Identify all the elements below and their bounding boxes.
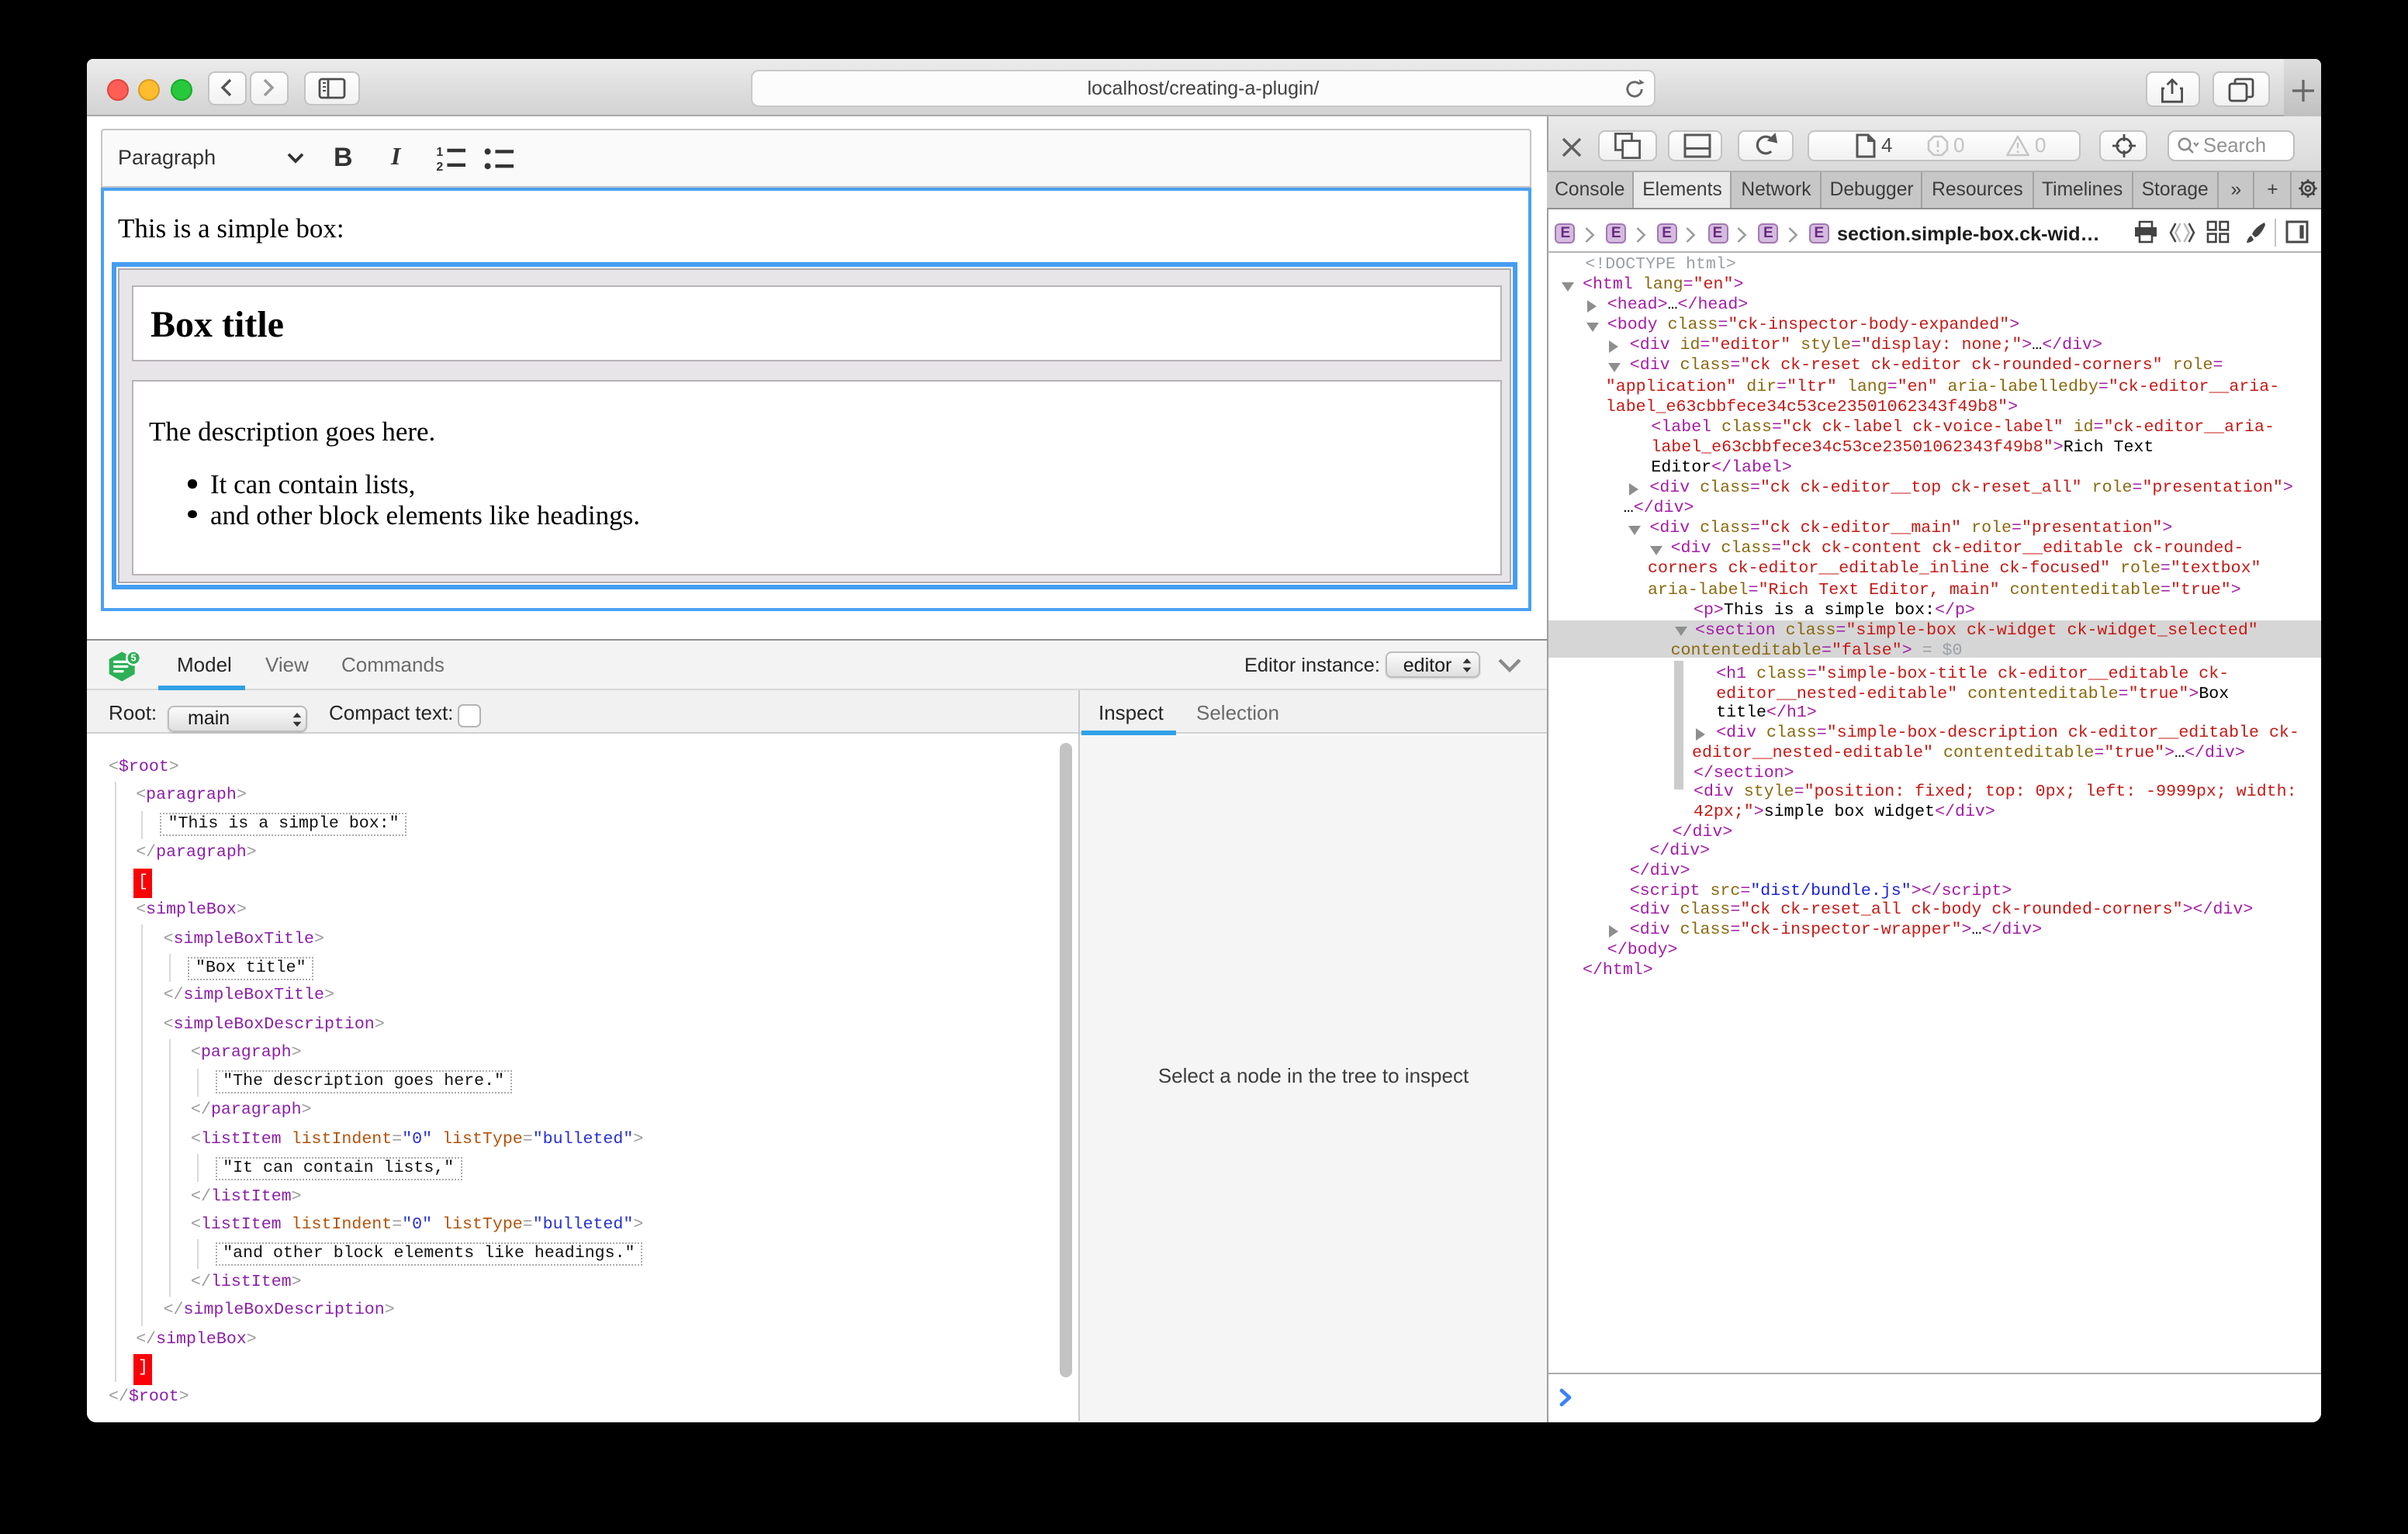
svg-text:5: 5 [131, 652, 137, 663]
svg-text:1: 1 [435, 146, 442, 159]
svg-text:2: 2 [435, 161, 442, 171]
